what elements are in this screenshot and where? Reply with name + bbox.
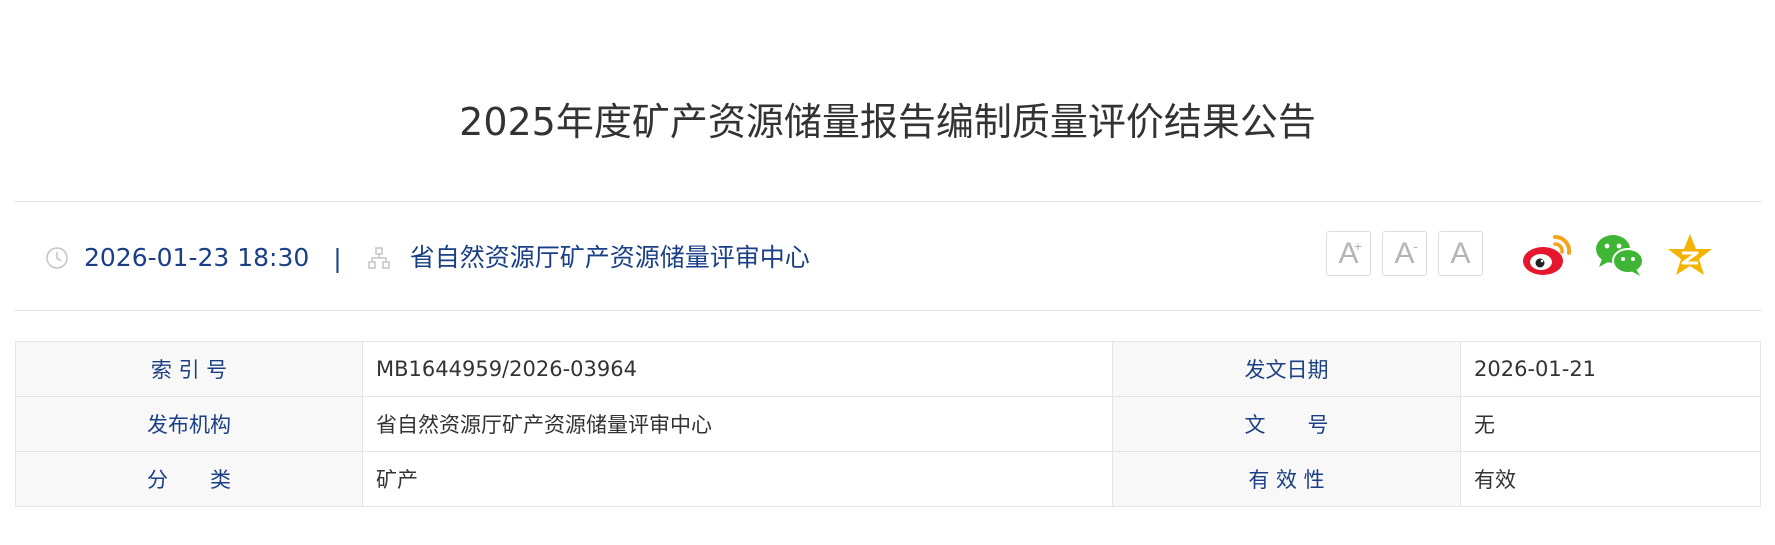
- table-row: 分 类 矿产 有 效 性 有效: [15, 451, 1761, 507]
- table-row: 索 引 号 MB1644959/2026-03964 发文日期 2026-01-…: [15, 341, 1761, 397]
- font-decrease-modifier: -: [1413, 238, 1418, 254]
- table-row: 发布机构 省自然资源厅矿产资源储量评审中心 文 号 无: [15, 396, 1761, 452]
- share-qzone-button[interactable]: [1664, 231, 1716, 279]
- label-index-number: 索 引 号: [15, 341, 363, 397]
- share-weibo-button[interactable]: [1521, 231, 1573, 279]
- label-issue-date: 发文日期: [1112, 341, 1461, 397]
- page-title: 2025年度矿产资源储量报告编制质量评价结果公告: [459, 100, 1316, 144]
- font-increase-button[interactable]: A +: [1326, 231, 1371, 276]
- share-wechat-button[interactable]: [1594, 231, 1646, 279]
- label-category: 分 类: [15, 451, 363, 507]
- divider-top: [14, 201, 1762, 202]
- label-doc-number: 文 号: [1112, 396, 1461, 452]
- font-decrease-button[interactable]: A -: [1382, 231, 1427, 276]
- value-publisher: 省自然资源厅矿产资源储量评审中心: [362, 396, 1113, 452]
- value-issue-date: 2026-01-21: [1460, 341, 1761, 397]
- value-index-number: MB1644959/2026-03964: [362, 341, 1113, 397]
- value-doc-number: 无: [1460, 396, 1761, 452]
- publish-date: 2026-01-23 18:30: [84, 243, 310, 272]
- clock-icon: [44, 245, 70, 271]
- font-size-controls: A + A - A: [1326, 231, 1483, 276]
- label-validity: 有 效 性: [1112, 451, 1461, 507]
- font-reset-button[interactable]: A: [1438, 231, 1483, 276]
- article-meta: 2026-01-23 18:30 | 省自然资源厅矿产资源储量评审中心: [44, 238, 810, 278]
- label-publisher: 发布机构: [15, 396, 363, 452]
- info-table: 索 引 号 MB1644959/2026-03964 发文日期 2026-01-…: [15, 341, 1761, 507]
- qzone-icon: [1668, 234, 1712, 275]
- font-reset-label: A: [1450, 236, 1471, 270]
- org-structure-icon: [366, 245, 392, 271]
- wechat-icon: [1596, 235, 1644, 276]
- font-decrease-label: A: [1394, 236, 1415, 270]
- value-validity: 有效: [1460, 451, 1761, 507]
- value-category: 矿产: [362, 451, 1113, 507]
- divider-bottom: [14, 310, 1762, 311]
- font-increase-modifier: +: [1353, 238, 1362, 254]
- weibo-icon: [1523, 234, 1572, 275]
- publish-source: 省自然资源厅矿产资源储量评审中心: [409, 243, 810, 272]
- meta-separator: |: [333, 243, 342, 273]
